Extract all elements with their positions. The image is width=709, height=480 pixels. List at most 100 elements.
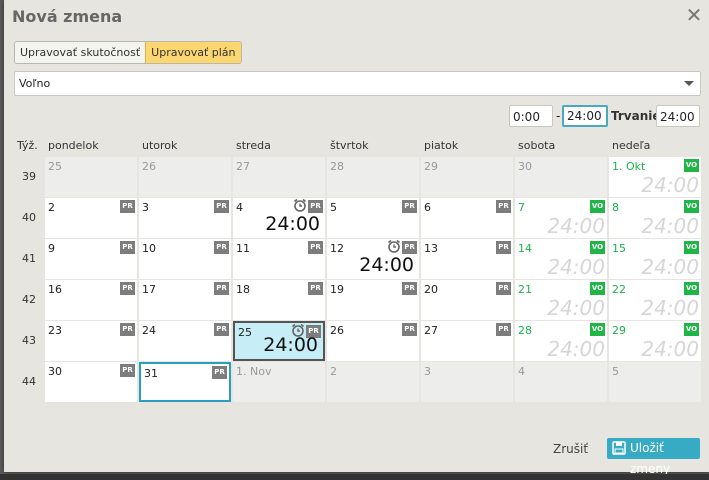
calendar-day-cell[interactable]: 25 bbox=[45, 157, 137, 197]
day-number: 1. Okt bbox=[612, 160, 646, 173]
calendar-day-cell[interactable]: 2 PR bbox=[45, 198, 137, 238]
save-icon bbox=[612, 441, 626, 455]
pr-badge: PR bbox=[214, 323, 229, 336]
day-header: sobota bbox=[518, 139, 556, 152]
calendar-day-cell[interactable]: 23 PR bbox=[45, 321, 137, 361]
day-header: štvrtok bbox=[330, 139, 369, 152]
day-number: 5 bbox=[612, 365, 619, 378]
ghost-hours: 24:00 bbox=[547, 255, 605, 279]
pr-badge: PR bbox=[212, 366, 227, 379]
pr-badge: PR bbox=[120, 323, 135, 336]
calendar-day-cell[interactable]: 17 PR bbox=[139, 280, 231, 320]
calendar-day-cell[interactable]: 5 PR bbox=[327, 198, 419, 238]
calendar-day-cell[interactable]: 11 PR bbox=[233, 239, 325, 279]
calendar-day-cell[interactable]: 1. Nov bbox=[233, 362, 325, 402]
calendar-day-cell[interactable]: 13 PR bbox=[421, 239, 513, 279]
calendar-day-cell[interactable]: 29 bbox=[421, 157, 513, 197]
vo-badge: VO bbox=[590, 241, 605, 254]
calendar-day-cell[interactable]: 24 PR bbox=[139, 321, 231, 361]
pr-badge: PR bbox=[496, 200, 511, 213]
day-number: 20 bbox=[424, 283, 438, 296]
calendar-weeks: 39 25 26 27 28 29 30 1. Okt VO 24:00 40 2 PR 3 PR 4 PR 24… bbox=[13, 157, 701, 403]
shift-hours: 24:00 bbox=[265, 213, 320, 235]
calendar-day-cell[interactable]: 5 bbox=[609, 362, 701, 402]
day-header: nedeľa bbox=[612, 139, 651, 152]
calendar-day-cell[interactable]: 4 bbox=[515, 362, 607, 402]
calendar-day-cell[interactable]: 12 PR 24:00 bbox=[327, 239, 419, 279]
time-range-dash: - bbox=[556, 109, 561, 123]
chevron-down-icon bbox=[684, 81, 694, 86]
calendar-day-cell[interactable]: 28 VO 24:00 bbox=[515, 321, 607, 361]
calendar-day-cell[interactable]: 30 PR bbox=[45, 362, 137, 402]
calendar-day-cell[interactable]: 9 PR bbox=[45, 239, 137, 279]
day-number: 7 bbox=[518, 201, 525, 214]
calendar-day-cell[interactable]: 16 PR bbox=[45, 280, 137, 320]
ghost-hours: 24:00 bbox=[641, 337, 699, 361]
vo-badge: VO bbox=[684, 159, 699, 172]
day-number: 22 bbox=[612, 283, 626, 296]
day-number: 30 bbox=[48, 365, 62, 378]
day-number: 29 bbox=[612, 324, 626, 337]
week-row: 40 2 PR 3 PR 4 PR 24:00 5 PR 6 PR 7 VO 24:00 8 VO 24:00 bbox=[13, 198, 701, 239]
pr-badge: PR bbox=[402, 323, 417, 336]
new-shift-dialog: Nová zmena ✕ Upravovať skutočnosť Upravo… bbox=[4, 0, 709, 476]
day-header: streda bbox=[236, 139, 271, 152]
time-from-input[interactable]: 0:00 bbox=[509, 105, 553, 127]
day-number: 15 bbox=[612, 242, 626, 255]
edit-actual-button[interactable]: Upravovať skutočnosť bbox=[15, 42, 146, 63]
calendar-grid: Týž. pondelok utorok streda štvrtok piatok so… bbox=[13, 133, 701, 403]
dialog-title-bar: Nová zmena ✕ bbox=[4, 0, 709, 32]
calendar-day-cell[interactable]: 3 bbox=[421, 362, 513, 402]
calendar-day-cell[interactable]: 22 VO 24:00 bbox=[609, 280, 701, 320]
day-number: 28 bbox=[518, 324, 532, 337]
shift-type-select[interactable]: Voľno bbox=[14, 71, 701, 96]
calendar-day-cell[interactable]: 29 VO 24:00 bbox=[609, 321, 701, 361]
calendar-day-cell[interactable]: 8 VO 24:00 bbox=[609, 198, 701, 238]
calendar-day-cell[interactable]: 14 VO 24:00 bbox=[515, 239, 607, 279]
day-number: 11 bbox=[236, 242, 250, 255]
week-row: 41 9 PR 10 PR 11 PR 12 PR 24:00 13 PR 14 VO 24:00 15 VO 2… bbox=[13, 239, 701, 280]
pr-badge: PR bbox=[402, 241, 417, 254]
calendar-day-cell[interactable]: 27 PR bbox=[421, 321, 513, 361]
day-header: utorok bbox=[142, 139, 178, 152]
calendar-day-cell[interactable]: 26 bbox=[139, 157, 231, 197]
pr-badge: PR bbox=[120, 241, 135, 254]
calendar-day-cell[interactable]: 10 PR bbox=[139, 239, 231, 279]
calendar-day-cell[interactable]: 3 PR bbox=[139, 198, 231, 238]
calendar-day-cell[interactable]: 25 PR 24:00 bbox=[233, 321, 325, 361]
calendar-day-cell[interactable]: 1. Okt VO 24:00 bbox=[609, 157, 701, 197]
calendar-day-cell[interactable]: 21 VO 24:00 bbox=[515, 280, 607, 320]
day-number: 19 bbox=[330, 283, 344, 296]
calendar-day-cell[interactable]: 15 VO 24:00 bbox=[609, 239, 701, 279]
week-number: 42 bbox=[22, 293, 36, 306]
duration-input[interactable]: 24:00 bbox=[656, 105, 700, 127]
calendar-day-cell[interactable]: 31 PR bbox=[139, 362, 231, 402]
time-to-input[interactable]: 24:00 bbox=[562, 105, 608, 127]
save-changes-button[interactable]: Uložiť zmeny bbox=[607, 438, 700, 476]
cancel-button[interactable]: Zrušiť bbox=[553, 442, 588, 456]
day-number: 27 bbox=[424, 324, 438, 337]
calendar-day-cell[interactable]: 4 PR 24:00 bbox=[233, 198, 325, 238]
day-number: 4 bbox=[518, 365, 525, 378]
day-number: 23 bbox=[48, 324, 62, 337]
day-number: 3 bbox=[142, 201, 149, 214]
calendar-day-cell[interactable]: 18 PR bbox=[233, 280, 325, 320]
calendar-day-cell[interactable]: 7 VO 24:00 bbox=[515, 198, 607, 238]
pr-badge: PR bbox=[120, 364, 135, 377]
pr-badge: PR bbox=[120, 282, 135, 295]
calendar-day-cell[interactable]: 26 PR bbox=[327, 321, 419, 361]
calendar-day-cell[interactable]: 19 PR bbox=[327, 280, 419, 320]
calendar-day-cell[interactable]: 30 bbox=[515, 157, 607, 197]
day-number: 26 bbox=[330, 324, 344, 337]
calendar-day-cell[interactable]: 20 PR bbox=[421, 280, 513, 320]
ghost-hours: 24:00 bbox=[641, 296, 699, 320]
calendar-day-cell[interactable]: 27 bbox=[233, 157, 325, 197]
day-number: 4 bbox=[236, 201, 243, 214]
calendar-day-cell[interactable]: 6 PR bbox=[421, 198, 513, 238]
calendar-day-cell[interactable]: 2 bbox=[327, 362, 419, 402]
edit-plan-button[interactable]: Upravovať plán bbox=[145, 42, 241, 63]
day-number: 25 bbox=[238, 326, 252, 339]
calendar-day-cell[interactable]: 28 bbox=[327, 157, 419, 197]
close-icon[interactable]: ✕ bbox=[684, 5, 704, 25]
week-row: 39 25 26 27 28 29 30 1. Okt VO 24:00 bbox=[13, 157, 701, 198]
